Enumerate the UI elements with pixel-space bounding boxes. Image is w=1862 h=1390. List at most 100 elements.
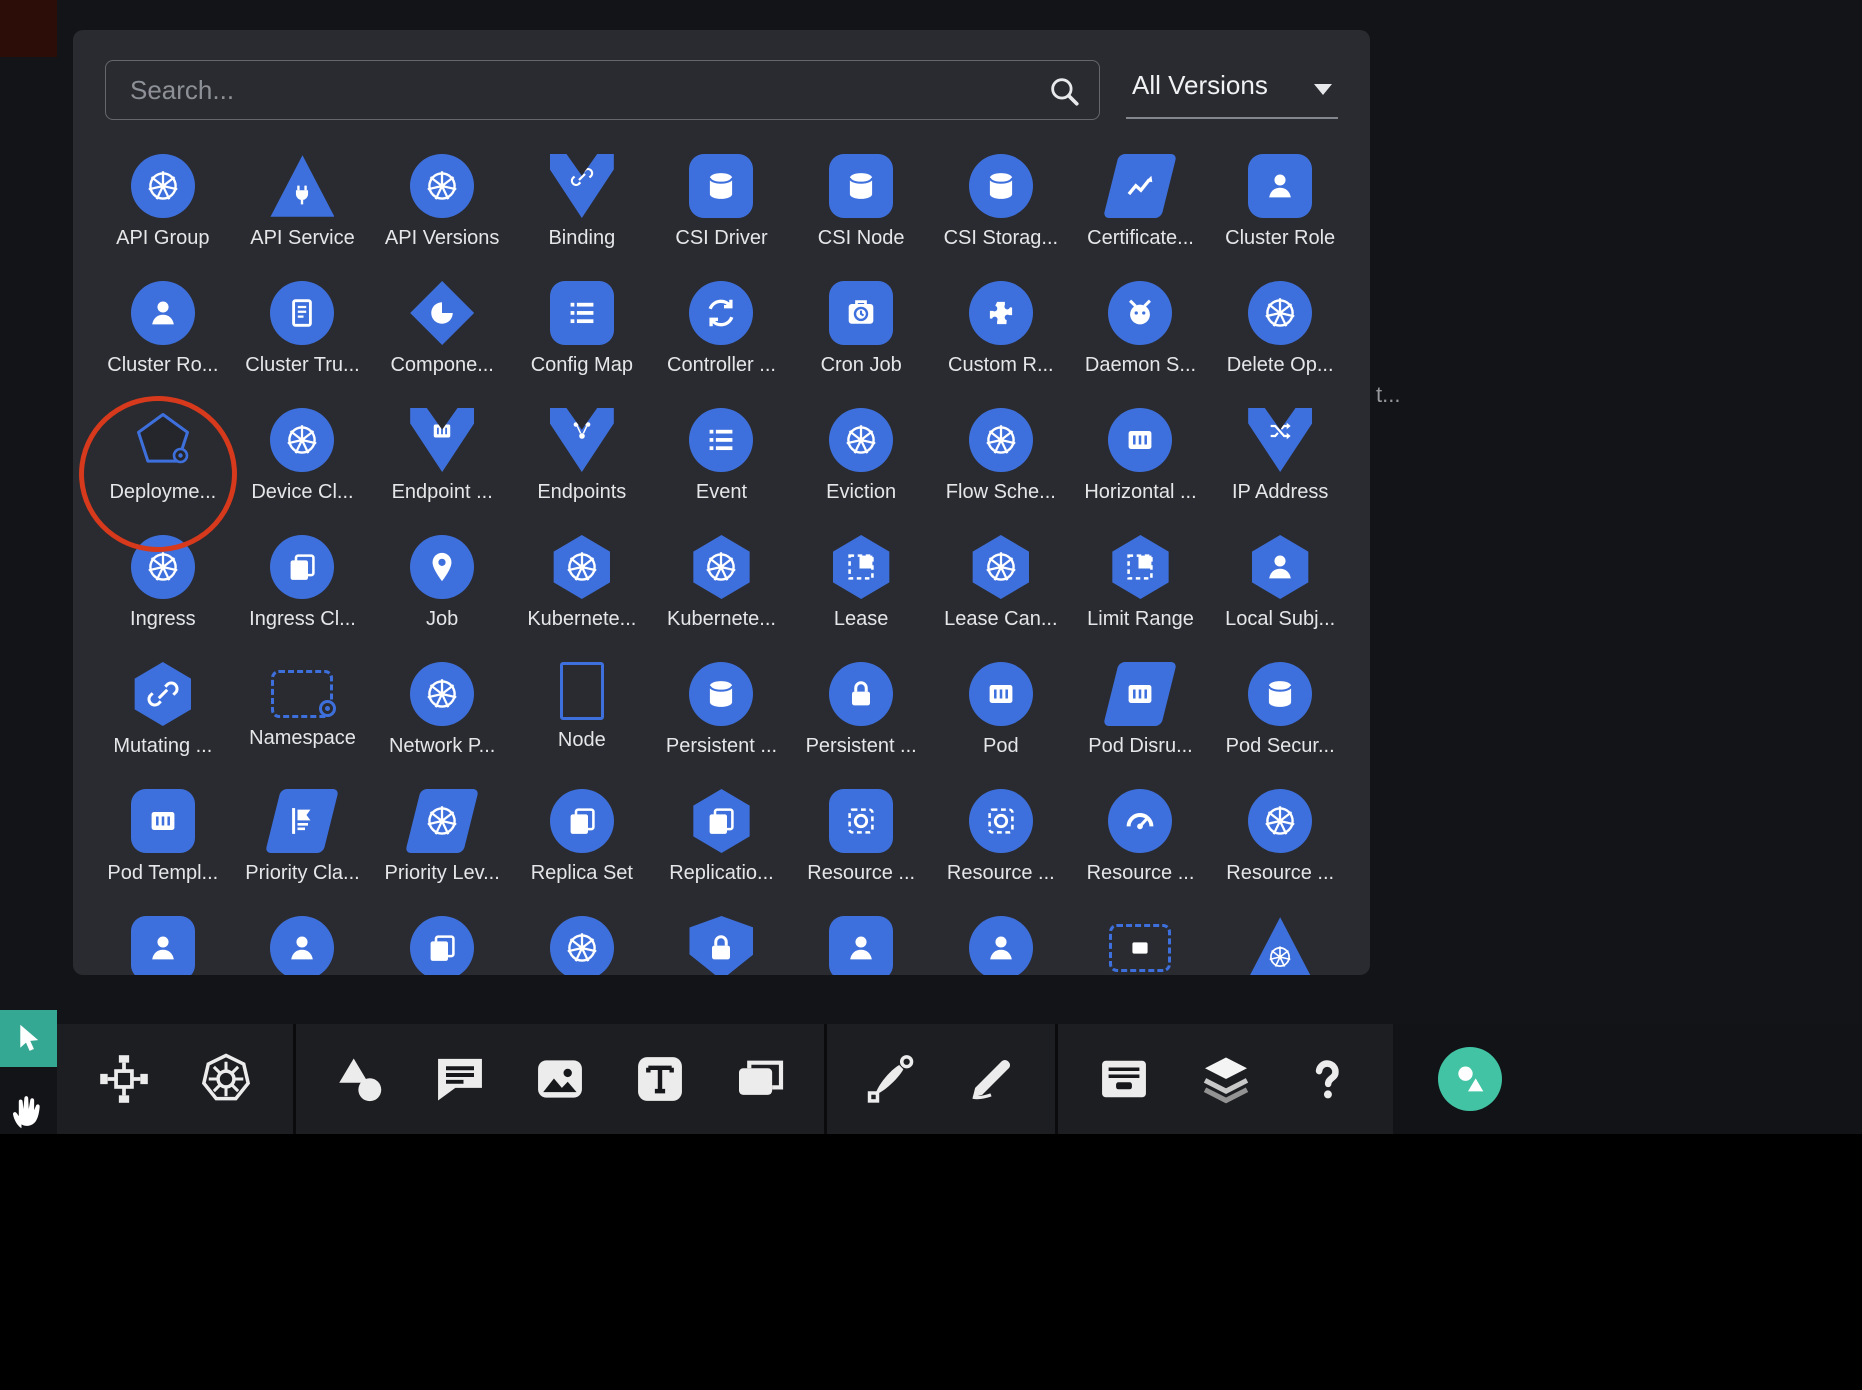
shape-library-modal: All Versions API Group API Service API V…: [73, 30, 1370, 975]
window-icon: [1108, 535, 1172, 599]
image-tool[interactable]: [524, 1043, 596, 1115]
shape-library-item[interactable]: [233, 916, 373, 975]
shape-library-item[interactable]: Lease: [791, 535, 931, 662]
shape-library-item[interactable]: Lease Can...: [931, 535, 1071, 662]
person-icon: [969, 916, 1033, 975]
shape-library-item[interactable]: Kubernete...: [652, 535, 792, 662]
helm-icon: [1248, 281, 1312, 345]
helm-icon: [1267, 944, 1293, 970]
shape-library-item[interactable]: Eviction: [791, 408, 931, 535]
shape-library-item[interactable]: Deployme...: [93, 408, 233, 535]
shape-library-item[interactable]: Priority Cla...: [233, 789, 373, 916]
shape-library-item[interactable]: Horizontal ...: [1071, 408, 1211, 535]
shape-item-label: Endpoints: [537, 481, 626, 504]
shape-library-item[interactable]: Network P...: [372, 662, 512, 789]
shape-library-item[interactable]: Replica Set: [512, 789, 652, 916]
question-icon: [1299, 1051, 1355, 1107]
list-icon: [550, 281, 614, 345]
shape-library-item[interactable]: API Versions: [372, 154, 512, 281]
shape-library-item[interactable]: Compone...: [372, 281, 512, 408]
shape-library-item[interactable]: Priority Lev...: [372, 789, 512, 916]
shape-library-item[interactable]: Kubernete...: [512, 535, 652, 662]
shape-library-item[interactable]: Cron Job: [791, 281, 931, 408]
shape-library-item[interactable]: Resource ...: [791, 789, 931, 916]
shape-library-item[interactable]: Flow Sche...: [931, 408, 1071, 535]
text-tool[interactable]: [624, 1043, 696, 1115]
shape-library-item[interactable]: Pod Templ...: [93, 789, 233, 916]
archive-tool[interactable]: [1088, 1043, 1160, 1115]
pan-tool[interactable]: [2, 1082, 54, 1140]
help-tool[interactable]: [1291, 1043, 1363, 1115]
version-filter-dropdown[interactable]: All Versions: [1126, 60, 1338, 119]
daemon-icon: [1122, 295, 1158, 331]
diagram-tool[interactable]: [88, 1043, 160, 1115]
connector-pen-tool[interactable]: [855, 1043, 927, 1115]
db-icon: [689, 662, 753, 726]
shape-library-item[interactable]: Event: [652, 408, 792, 535]
layers-tool[interactable]: [1190, 1043, 1262, 1115]
shape-library-item[interactable]: CSI Storag...: [931, 154, 1071, 281]
shape-library-item[interactable]: Job: [372, 535, 512, 662]
shapes-tool[interactable]: [324, 1043, 396, 1115]
shape-library-item[interactable]: Custom R...: [931, 281, 1071, 408]
shape-library-item[interactable]: Limit Range: [1071, 535, 1211, 662]
clock-icon: [829, 281, 893, 345]
shape-library-item[interactable]: [512, 916, 652, 975]
shape-library-item[interactable]: [1071, 916, 1211, 975]
shape-item-label: Priority Lev...: [385, 862, 500, 885]
pencil-tool[interactable]: [955, 1043, 1027, 1115]
person-icon: [1262, 549, 1298, 585]
shape-library-item[interactable]: Certificate...: [1071, 154, 1211, 281]
shape-library-item[interactable]: Pod Disru...: [1071, 662, 1211, 789]
style-button[interactable]: [1438, 1047, 1502, 1111]
shape-library-item[interactable]: API Group: [93, 154, 233, 281]
shape-library-item[interactable]: [652, 916, 792, 975]
shape-library-item[interactable]: Node: [512, 662, 652, 789]
db-icon: [983, 168, 1019, 204]
shape-library-item[interactable]: [372, 916, 512, 975]
shape-library-item[interactable]: Ingress: [93, 535, 233, 662]
shape-library-item[interactable]: Cluster Role: [1210, 154, 1350, 281]
shape-library-item[interactable]: Delete Op...: [1210, 281, 1350, 408]
shape-library-item[interactable]: Pod Secur...: [1210, 662, 1350, 789]
shape-library-item[interactable]: Resource ...: [931, 789, 1071, 916]
shape-library-item[interactable]: [1210, 916, 1350, 975]
shape-library-item[interactable]: Replicatio...: [652, 789, 792, 916]
search-input[interactable]: [106, 61, 1099, 119]
shape-library-item[interactable]: Namespace: [233, 662, 373, 789]
shape-library-item[interactable]: [931, 916, 1071, 975]
shape-library-item[interactable]: Local Subj...: [1210, 535, 1350, 662]
shape-library-item[interactable]: CSI Driver: [652, 154, 792, 281]
shape-item-label: Eviction: [826, 481, 896, 504]
shape-library-item[interactable]: [93, 916, 233, 975]
shape-library-item[interactable]: Mutating ...: [93, 662, 233, 789]
shape-library-item[interactable]: Persistent ...: [791, 662, 931, 789]
shape-library-item[interactable]: Cluster Tru...: [233, 281, 373, 408]
doc-icon: [270, 281, 334, 345]
shape-library-item[interactable]: Cluster Ro...: [93, 281, 233, 408]
shape-library-item[interactable]: Binding: [512, 154, 652, 281]
comment-tool[interactable]: [424, 1043, 496, 1115]
shape-item-label: Replica Set: [531, 862, 633, 885]
select-tool[interactable]: [0, 1010, 57, 1067]
shape-library-item[interactable]: Controller ...: [652, 281, 792, 408]
shape-library-item[interactable]: Endpoints: [512, 408, 652, 535]
shape-library-item[interactable]: Ingress Cl...: [233, 535, 373, 662]
shape-library-item[interactable]: API Service: [233, 154, 373, 281]
shape-library-item[interactable]: IP Address: [1210, 408, 1350, 535]
shape-library-item[interactable]: Device Cl...: [233, 408, 373, 535]
shape-library-item[interactable]: Endpoint ...: [372, 408, 512, 535]
shape-item-label: Node: [558, 729, 606, 752]
shape-library-item[interactable]: CSI Node: [791, 154, 931, 281]
shape-library-item[interactable]: Persistent ...: [652, 662, 792, 789]
shape-library-item[interactable]: Daemon S...: [1071, 281, 1211, 408]
shape-library-item[interactable]: Pod: [931, 662, 1071, 789]
card-tool[interactable]: [724, 1043, 796, 1115]
shape-library-item[interactable]: Resource ...: [1210, 789, 1350, 916]
shape-library-item[interactable]: [791, 916, 931, 975]
canvas-text-fragment: t...: [1376, 382, 1400, 408]
shape-item-label: Replicatio...: [669, 862, 774, 885]
shape-library-item[interactable]: Resource ...: [1071, 789, 1211, 916]
shape-library-item[interactable]: Config Map: [512, 281, 652, 408]
kubernetes-tool[interactable]: [190, 1043, 262, 1115]
